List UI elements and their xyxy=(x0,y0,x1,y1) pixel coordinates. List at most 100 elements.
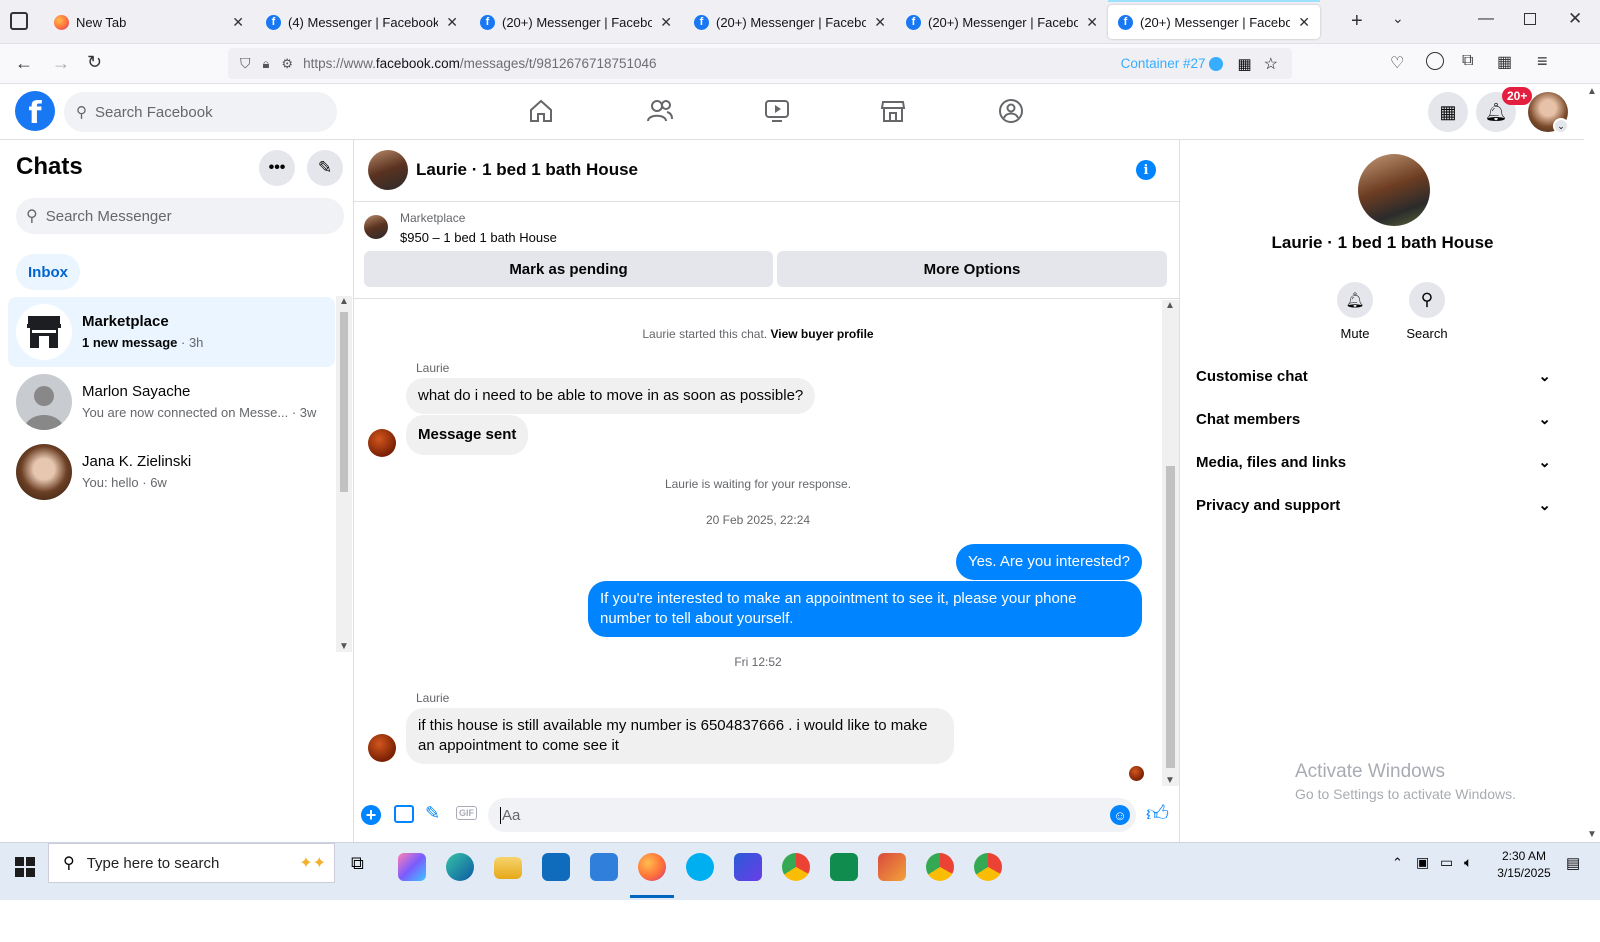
marketplace-icon[interactable] xyxy=(880,98,906,124)
sticker-icon[interactable]: ✎ xyxy=(425,803,440,824)
volume-muted-icon[interactable]: 🔈︎ xyxy=(1464,854,1472,871)
account-icon[interactable] xyxy=(1426,52,1444,70)
page-scrollbar[interactable]: ▲ ▼ xyxy=(1584,84,1600,842)
mute-bell-icon[interactable]: 🔔︎ xyxy=(1337,282,1373,318)
minimize-window-icon[interactable]: — xyxy=(1478,10,1494,28)
new-message-icon[interactable]: ✎ xyxy=(307,150,343,186)
message-input[interactable]: Aa ☺ xyxy=(488,798,1136,832)
search-icon[interactable]: ⚲ xyxy=(1409,282,1445,318)
mark-as-pending-button[interactable]: Mark as pending xyxy=(364,251,773,287)
listing-thumbnail[interactable] xyxy=(364,215,388,239)
browser-tab[interactable]: f (20+) Messenger | Facebook ✕ xyxy=(684,6,896,38)
container-label[interactable]: Container #27 xyxy=(1121,56,1206,71)
chat-list-item[interactable]: Marketplace 1 new message · 3h xyxy=(8,297,335,367)
browser-tab-active[interactable]: f (20+) Messenger | Facebook ✕ xyxy=(1108,0,1320,39)
inbox-filter-tab[interactable]: Inbox xyxy=(16,254,80,290)
close-tab-icon[interactable]: ✕ xyxy=(660,14,672,31)
tab-list-icon[interactable] xyxy=(10,12,28,30)
restore-window-icon[interactable] xyxy=(1524,13,1536,25)
reload-icon[interactable]: ↻ xyxy=(87,52,102,73)
close-tab-icon[interactable]: ✕ xyxy=(446,14,458,31)
copilot-icon[interactable] xyxy=(398,853,426,881)
show-hidden-icons-icon[interactable]: ⌃ xyxy=(1392,855,1403,871)
incoming-message[interactable]: what do i need to be able to move in as … xyxy=(406,378,816,414)
close-tab-icon[interactable]: ✕ xyxy=(874,14,886,31)
chrome-icon[interactable] xyxy=(782,853,810,881)
windows-start-icon[interactable] xyxy=(15,857,35,877)
close-tab-icon[interactable]: ✕ xyxy=(232,14,244,31)
writer-icon[interactable] xyxy=(590,853,618,881)
app-icon[interactable] xyxy=(878,853,906,881)
photo-icon[interactable] xyxy=(394,805,414,823)
mute-label[interactable]: Mute xyxy=(1329,326,1381,341)
facebook-search-input[interactable]: ⚲ Search Facebook xyxy=(64,92,337,132)
friends-icon[interactable] xyxy=(646,98,674,124)
app-icon[interactable] xyxy=(734,853,762,881)
permissions-icon[interactable]: ⚙ xyxy=(281,56,293,72)
more-options-icon[interactable]: ••• xyxy=(259,150,295,186)
chat-list-item[interactable]: Jana K. Zielinski You: hello · 6w xyxy=(8,437,335,507)
outgoing-message[interactable]: Yes. Are you interested? xyxy=(955,544,1142,580)
task-view-icon[interactable]: ⧉ xyxy=(351,853,364,874)
chrome-profile-icon[interactable] xyxy=(926,853,954,881)
search-label[interactable]: Search xyxy=(1401,326,1453,341)
outlook-icon[interactable] xyxy=(542,853,570,881)
browser-tab[interactable]: f (20+) Messenger | Facebook ✕ xyxy=(896,6,1108,38)
listing-title[interactable]: $950 – 1 bed 1 bath House xyxy=(400,230,557,245)
menu-grid-icon[interactable]: ▦ xyxy=(1428,92,1468,132)
info-icon[interactable]: i xyxy=(1136,160,1156,180)
browser-tab[interactable]: New Tab ✕ xyxy=(44,6,254,38)
outgoing-message[interactable]: If you're interested to make an appointm… xyxy=(588,581,1142,637)
search-messenger-input[interactable]: ⚲ Search Messenger xyxy=(16,198,344,234)
incoming-message[interactable]: if this house is still available my numb… xyxy=(406,708,954,764)
facebook-logo-icon[interactable]: f xyxy=(15,91,55,131)
add-plus-icon[interactable]: + xyxy=(361,805,381,825)
extensions-icon[interactable]: ⧉ xyxy=(1462,52,1473,70)
browser-tab[interactable]: f (4) Messenger | Facebook ✕ xyxy=(256,6,468,38)
address-bar[interactable]: ⛉ 🔒︎ ⚙ https://www.facebook.com/messages… xyxy=(228,48,1292,79)
notifications-center-icon[interactable]: ▤ xyxy=(1566,854,1580,872)
pocket-icon[interactable]: ♡ xyxy=(1390,53,1404,73)
apps-icon[interactable]: ▦ xyxy=(1497,52,1512,72)
network-icon[interactable]: ▭ xyxy=(1440,854,1453,871)
firefox-icon[interactable] xyxy=(638,853,666,881)
customise-chat-section[interactable]: Customise chat ⌄ xyxy=(1196,367,1551,386)
shield-icon[interactable]: ⛉ xyxy=(240,55,251,72)
system-clock[interactable]: 2:30 AM 3/15/2025 xyxy=(1484,848,1564,882)
video-icon[interactable] xyxy=(764,99,790,123)
back-icon[interactable]: ← xyxy=(15,53,33,74)
close-tab-icon[interactable]: ✕ xyxy=(1298,14,1310,31)
app-icon[interactable] xyxy=(830,853,858,881)
account-chevron-icon[interactable]: ⌄ xyxy=(1553,118,1569,134)
media-files-links-section[interactable]: Media, files and links ⌄ xyxy=(1196,453,1551,472)
emoji-icon[interactable]: ☺ xyxy=(1110,805,1130,825)
file-explorer-icon[interactable] xyxy=(494,857,522,879)
messages-scrollbar[interactable]: ▲ ▼ xyxy=(1162,300,1179,786)
gif-icon[interactable]: GIF xyxy=(456,806,477,820)
listing-avatar[interactable] xyxy=(368,150,408,190)
tab-overflow-chevron-icon[interactable]: ⌄ xyxy=(1392,10,1404,27)
bookmark-star-icon[interactable]: ☆ xyxy=(1264,54,1278,74)
privacy-support-section[interactable]: Privacy and support ⌄ xyxy=(1196,496,1551,515)
chat-list-item[interactable]: Marlon Sayache You are now connected on … xyxy=(8,367,335,437)
more-options-button[interactable]: More Options xyxy=(777,251,1167,287)
close-window-icon[interactable]: ✕ xyxy=(1568,9,1582,29)
like-thumbs-up-icon[interactable]: 👍︎ xyxy=(1146,800,1169,827)
chat-avatar-large[interactable] xyxy=(1358,154,1430,226)
edge-icon[interactable] xyxy=(446,853,474,881)
close-tab-icon[interactable]: ✕ xyxy=(1086,14,1098,31)
browser-tab[interactable]: f (20+) Messenger | Facebook ✕ xyxy=(470,6,682,38)
taskbar-search-input[interactable]: ⚲ Type here to search ✦✦ xyxy=(48,843,335,883)
new-tab-icon[interactable]: + xyxy=(1351,10,1363,33)
qr-code-icon[interactable]: ▦ xyxy=(1237,55,1251,73)
meet-now-icon[interactable]: ▣ xyxy=(1416,854,1429,871)
menu-icon[interactable]: ≡ xyxy=(1537,51,1548,72)
sender-avatar[interactable] xyxy=(368,734,396,762)
chat-list-scrollbar[interactable]: ▲ ▼ xyxy=(336,296,352,652)
chrome-profile-icon[interactable] xyxy=(974,853,1002,881)
skype-icon[interactable] xyxy=(686,853,714,881)
view-buyer-profile-link[interactable]: View buyer profile xyxy=(770,327,873,341)
sender-avatar[interactable] xyxy=(368,429,396,457)
home-icon[interactable] xyxy=(528,98,554,124)
groups-icon[interactable] xyxy=(998,98,1024,124)
